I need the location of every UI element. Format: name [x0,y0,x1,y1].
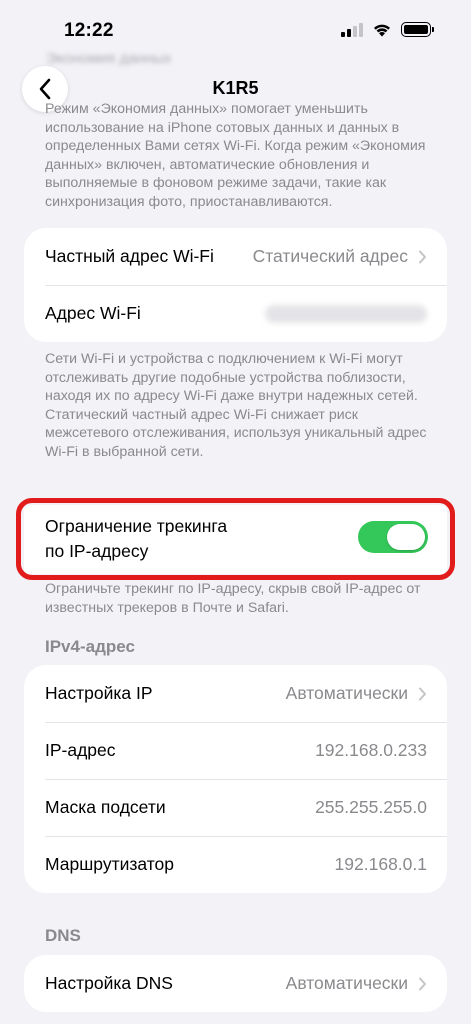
ipv4-card: Настройка IP Автоматически IP-адрес 192.… [24,665,447,893]
ip-tracking-toggle[interactable] [358,521,428,553]
ip-tracking-label: Ограничение трекинга по IP-адресу [45,514,227,564]
ip-tracking-label-line1: Ограничение трекинга [45,516,228,536]
data-saver-note: Режим «Экономия данных» помогает уменьши… [45,101,426,210]
ip-address-label: IP-адрес [45,740,116,760]
router-row: Маршрутизатор 192.168.0.1 [24,836,447,893]
private-wifi-address-row[interactable]: Частный адрес Wi-Fi Статический адрес [24,228,447,285]
subnet-mask-value: 255.255.255.0 [315,797,427,817]
dns-config-value: Автоматически [285,973,408,993]
chevron-right-icon [418,687,427,701]
page-title: K1R5 [212,78,259,98]
dns-config-row[interactable]: Настройка DNS Автоматически [24,955,447,1012]
private-wifi-address-label: Частный адрес Wi-Fi [45,246,214,266]
ip-address-row: IP-адрес 192.168.0.233 [24,722,447,779]
wifi-address-note: Сети Wi-Fi и устройства с подключением к… [45,351,427,460]
status-bar: 12:22 [0,0,471,56]
ip-config-label: Настройка IP [45,683,153,703]
chevron-right-icon [418,977,427,991]
wifi-address-row: Адрес Wi-Fi [24,285,447,342]
ip-config-row[interactable]: Настройка IP Автоматически [24,665,447,722]
status-icons [341,22,434,37]
ip-tracking-label-line2: по IP-адресу [45,541,149,561]
ipv4-section-header: IPv4-адрес [45,637,135,656]
wifi-address-value-redacted [265,304,427,323]
router-label: Маршрутизатор [45,854,175,874]
dns-config-label: Настройка DNS [45,973,173,993]
wifi-address-label: Адрес Wi-Fi [45,303,141,323]
subnet-mask-row: Маска подсети 255.255.255.0 [24,779,447,836]
private-wifi-address-value: Статический адрес [252,246,408,266]
cellular-signal-icon [341,22,363,37]
router-value: 192.168.0.1 [334,854,427,874]
ip-tracking-card: Ограничение трекинга по IP-адресу [24,505,447,574]
wifi-address-card: Частный адрес Wi-Fi Статический адрес Ад… [24,228,447,342]
toggle-knob [387,524,425,550]
wifi-icon [374,24,390,37]
dns-section-header: DNS [45,926,81,945]
subnet-mask-label: Маска подсети [45,797,166,817]
status-time: 12:22 [64,20,114,41]
chevron-right-icon [418,250,427,264]
ip-address-value: 192.168.0.233 [315,740,427,760]
ip-config-value: Автоматически [285,683,408,703]
battery-icon [401,22,434,37]
ip-tracking-note: Ограничьте трекинг по IP-адресу, скрыв с… [45,581,421,616]
blurred-section-heading: Экономия данных [46,50,172,67]
dns-card: Настройка DNS Автоматически [24,955,447,1012]
